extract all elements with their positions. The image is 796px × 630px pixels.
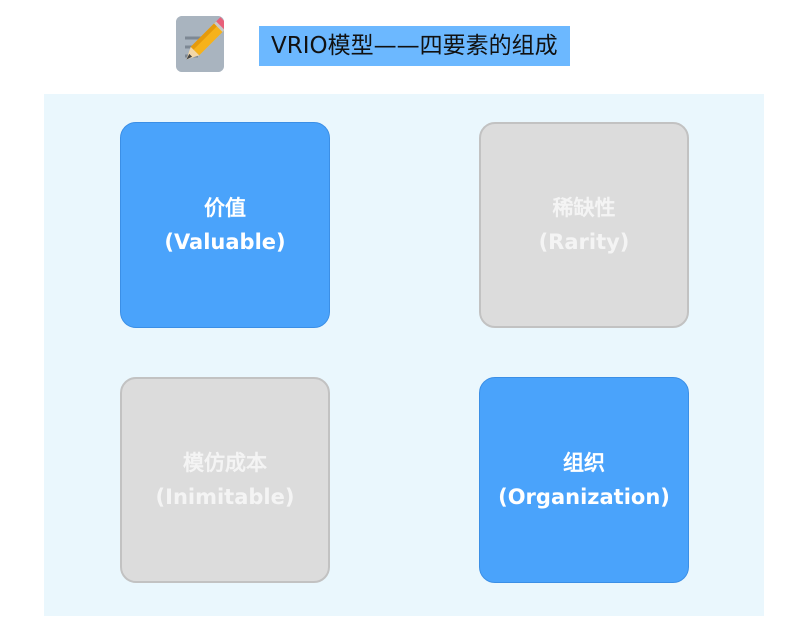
card-rarity: 稀缺性 (Rarity) bbox=[479, 122, 689, 328]
header bbox=[176, 14, 224, 74]
card-label: 稀缺性 bbox=[552, 196, 616, 220]
card-label: 模仿成本 bbox=[183, 451, 267, 475]
card-valuable: 价值 (Valuable) bbox=[120, 122, 330, 328]
card-sublabel: (Rarity) bbox=[538, 230, 630, 254]
memo-pencil-icon bbox=[176, 16, 224, 72]
card-label: 组织 bbox=[563, 451, 605, 475]
card-inimitable: 模仿成本 (Inimitable) bbox=[120, 377, 330, 583]
page-title: VRIO模型——四要素的组成 bbox=[259, 26, 570, 66]
vrio-diagram-panel: 价值 (Valuable) 稀缺性 (Rarity) 模仿成本 (Inimita… bbox=[44, 94, 764, 616]
card-sublabel: (Inimitable) bbox=[155, 485, 295, 509]
card-organization: 组织 (Organization) bbox=[479, 377, 689, 583]
card-sublabel: (Organization) bbox=[498, 485, 670, 509]
card-label: 价值 bbox=[204, 196, 246, 220]
page: VRIO模型——四要素的组成 价值 (Valuable) 稀缺性 (Rarity… bbox=[0, 0, 796, 630]
card-sublabel: (Valuable) bbox=[164, 230, 286, 254]
